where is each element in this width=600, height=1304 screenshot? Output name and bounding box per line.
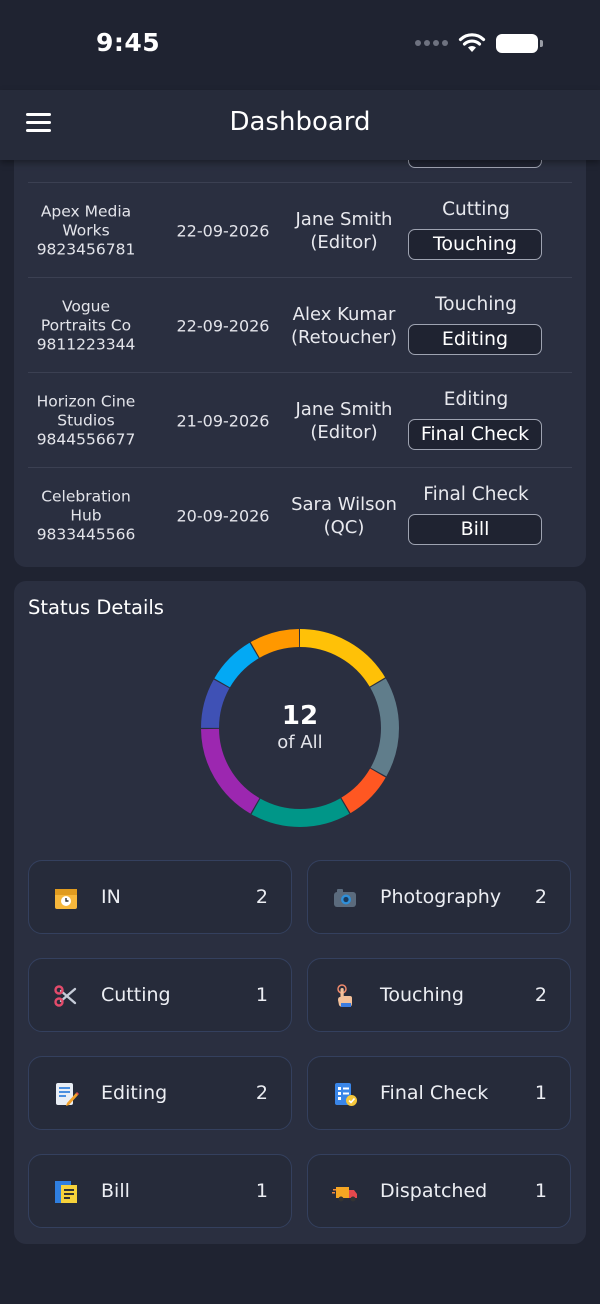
client-name: Vogue (61, 297, 111, 315)
status-label: Editing (101, 1082, 168, 1104)
client-name: Apex Media (40, 202, 132, 220)
status-count: 1 (534, 1082, 547, 1104)
staff-name: Jane Smith (295, 398, 393, 420)
status-details-title: Status Details (28, 596, 164, 619)
camera-icon (334, 889, 356, 907)
inbox-box-icon (55, 889, 77, 909)
edit-document-icon (56, 1083, 79, 1106)
status-tile-bill[interactable]: Bill 1 (28, 1154, 292, 1228)
wifi-icon (458, 33, 486, 52)
staff-role: (Editor) (310, 231, 378, 253)
staff-cell: Alex Kumar (Retoucher) (288, 303, 400, 349)
status-count: 1 (534, 1180, 547, 1202)
status-tile-touching[interactable]: Touching 2 (307, 958, 571, 1032)
battery-icon (496, 33, 543, 53)
order-date: 22-09-2026 (176, 316, 270, 335)
table-row: Vogue Portraits Co 9811223344 22-09-2026… (28, 277, 572, 373)
client-name: Portraits Co (40, 316, 132, 334)
signal-icon (415, 40, 448, 46)
status-count: 1 (255, 1180, 268, 1202)
status-label: Touching (380, 984, 464, 1006)
staff-name: Jane Smith (295, 208, 393, 230)
status-tile-photography[interactable]: Photography 2 (307, 860, 571, 934)
status-time: 9:45 (96, 28, 161, 57)
status-bar: 9:45 (0, 0, 600, 90)
staff-cell: Jane Smith (Editor) (288, 398, 400, 444)
status-count: 2 (255, 886, 268, 908)
staff-name: Alex Kumar (292, 303, 396, 325)
client-name: Horizon Cine (36, 392, 136, 410)
donut-center: 12 of All (200, 628, 400, 828)
client-cell: Apex Media Works 9823456781 (28, 202, 144, 259)
client-cell: Horizon Cine Studios 9844556677 (28, 392, 144, 449)
staff-cell: Jane Smith (Editor) (288, 208, 400, 254)
client-phone: 9823456781 (36, 240, 136, 258)
staff-name: Sara Wilson (291, 493, 397, 515)
status-label: Dispatched (380, 1180, 488, 1202)
status-label: Photography (380, 886, 502, 908)
client-name: Studios (57, 411, 115, 429)
client-phone: 9811223344 (36, 335, 136, 353)
staff-cell: Sara Wilson (QC) (288, 493, 400, 539)
orders-table[interactable]: Apex Media Works 9823456781 22-09-2026 J… (14, 120, 586, 567)
current-stage: Touching (435, 294, 517, 315)
status-label: Bill (101, 1180, 130, 1202)
status-label: Cutting (101, 984, 171, 1006)
status-tile-in[interactable]: IN 2 (28, 860, 292, 934)
current-stage: Editing (443, 389, 509, 410)
client-cell: Celebration Hub 9833445566 (28, 487, 144, 544)
bill-icon (55, 1181, 77, 1203)
checklist-icon (335, 1083, 357, 1106)
status-tile-dispatched[interactable]: Dispatched 1 (307, 1154, 571, 1228)
status-tile-cutting[interactable]: Cutting 1 (28, 958, 292, 1032)
status-count: 2 (534, 984, 547, 1006)
delivery-truck-icon (332, 1187, 357, 1202)
status-tile-final-check[interactable]: Final Check 1 (307, 1056, 571, 1130)
status-count: 1 (255, 984, 268, 1006)
staff-role: (QC) (323, 516, 365, 538)
status-count: 2 (255, 1082, 268, 1104)
order-date: 20-09-2026 (176, 506, 270, 525)
page-title: Dashboard (229, 107, 371, 137)
next-stage-button[interactable]: Editing (408, 324, 542, 355)
staff-role: (Retoucher) (290, 326, 398, 348)
next-stage-button[interactable]: Touching (408, 229, 542, 260)
next-stage-button[interactable]: Bill (408, 514, 542, 545)
staff-role: (Editor) (310, 421, 378, 443)
current-stage: Cutting (442, 199, 510, 220)
client-phone: 9844556677 (36, 430, 136, 448)
status-count: 2 (534, 886, 547, 908)
scissors-icon (54, 985, 77, 1007)
total-caption: of All (277, 732, 323, 753)
order-date: 22-09-2026 (176, 221, 270, 240)
client-name: Celebration (41, 487, 131, 505)
app-bar: Dashboard (0, 90, 600, 160)
next-stage-button[interactable]: Final Check (408, 419, 542, 450)
current-stage: Final Check (423, 484, 529, 505)
status-tile-editing[interactable]: Editing 2 (28, 1056, 292, 1130)
status-label: IN (101, 886, 121, 908)
status-details-card: Status Details 12 of All IN 2 Photograph… (14, 581, 586, 1244)
total-count: 12 (281, 701, 319, 731)
client-cell: Vogue Portraits Co 9811223344 (28, 297, 144, 354)
status-label: Final Check (380, 1082, 489, 1104)
order-date: 21-09-2026 (176, 411, 270, 430)
table-row: Horizon Cine Studios 9844556677 21-09-20… (28, 372, 572, 468)
table-row: Celebration Hub 9833445566 20-09-2026 Sa… (28, 467, 572, 563)
table-row: Apex Media Works 9823456781 22-09-2026 J… (28, 182, 572, 278)
client-name: Works (62, 221, 110, 239)
touch-hand-icon (337, 984, 352, 1007)
client-phone: 9833445566 (36, 525, 136, 543)
status-icons (415, 32, 543, 54)
client-name: Hub (70, 506, 102, 524)
